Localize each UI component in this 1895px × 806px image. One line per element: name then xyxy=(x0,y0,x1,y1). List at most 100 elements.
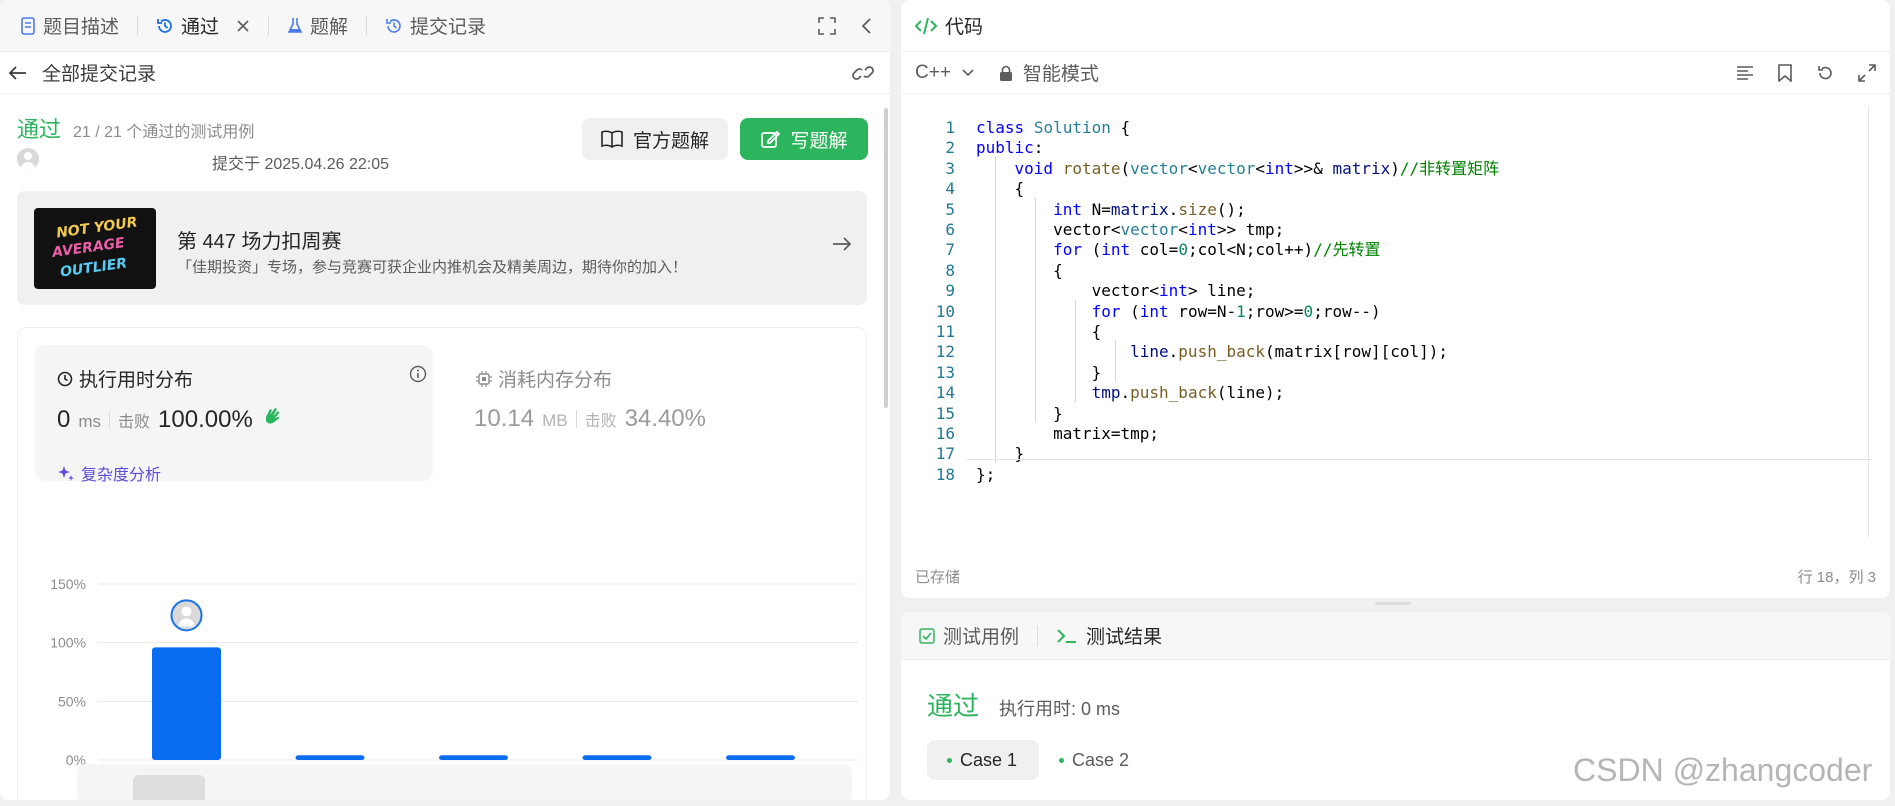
terminal-icon xyxy=(1056,628,1078,644)
line-number: 18 xyxy=(935,464,955,484)
tab-description[interactable]: 题目描述 xyxy=(12,0,127,52)
contest-image: NOT YOUR AVERAGE OUTLIER xyxy=(34,208,156,289)
indent-guide xyxy=(995,156,996,463)
runtime-unit: ms xyxy=(78,412,102,431)
code-toolbar: C++ 智能模式 xyxy=(901,52,1890,94)
runtime-value: 0 xyxy=(57,406,71,433)
contest-title: 第 447 场力扣周赛 xyxy=(177,231,342,253)
arrow-right-icon[interactable] xyxy=(831,235,853,253)
indent-guide xyxy=(1115,340,1116,382)
submission-subbar: 全部提交记录 xyxy=(0,52,890,94)
contest-image-text-1: NOT YOUR xyxy=(55,214,139,242)
complexity-analysis-link[interactable]: 复杂度分析 xyxy=(57,461,161,485)
collapse-icon[interactable] xyxy=(860,17,872,35)
submission-status-row: 通过 21 / 21 个通过的测试用例 xyxy=(17,112,254,144)
contest-description: 「佳期投资」专场，参与竞赛可获企业内推机会及精美周边，期待你的加入！ xyxy=(177,259,688,276)
code-panel-title: 代码 xyxy=(945,17,984,38)
memory-beats-label: 击败 xyxy=(584,413,617,430)
y-tick-label: 150% xyxy=(50,576,86,592)
code-preview-tab[interactable] xyxy=(133,775,205,800)
tab-divider xyxy=(1037,625,1039,646)
chart-bar[interactable] xyxy=(295,755,365,760)
y-tick-label: 50% xyxy=(58,693,86,709)
history-icon xyxy=(156,17,174,35)
editor-scrollbar-track[interactable] xyxy=(1868,106,1869,538)
result-runtime: 执行用时: 0 ms xyxy=(999,699,1121,719)
book-icon xyxy=(601,130,623,148)
official-solution-button[interactable]: 官方题解 xyxy=(582,118,728,160)
case-1-tab[interactable]: Case 1 xyxy=(927,740,1039,780)
left-scrollbar[interactable] xyxy=(884,108,888,408)
info-icon[interactable] xyxy=(409,365,427,383)
chevron-down-icon[interactable] xyxy=(961,68,975,78)
y-tick-label: 100% xyxy=(50,635,86,651)
code-editor[interactable]: 1 class Solution {2 public: 3 void rotate(v… xyxy=(901,106,1890,538)
code-panel-header: 代码 xyxy=(901,0,1890,52)
expand-icon[interactable] xyxy=(1858,63,1876,82)
passed-cases: 21 / 21 个通过的测试用例 xyxy=(73,124,255,141)
write-solution-button[interactable]: 写题解 xyxy=(740,118,868,160)
bookmark-icon[interactable] xyxy=(1778,63,1792,82)
editor-mode[interactable]: 智能模式 xyxy=(1023,59,1099,86)
current-line-highlight xyxy=(967,458,1872,460)
submission-panel: 题目描述 通过 题解 提交记录 全部提交记录 通过 21 / 21 个通过的测试… xyxy=(0,0,890,800)
submitted-time: 提交于 2025.04.26 22:05 xyxy=(212,156,390,173)
code-panel: 代码 C++ 智能模式 1 class Solution {2 public: 3 v… xyxy=(901,0,1890,598)
tab-accepted-label: 通过 xyxy=(181,17,220,38)
tab-testcase[interactable]: 测试用例 xyxy=(919,622,1019,649)
all-submissions-link[interactable]: 全部提交记录 xyxy=(42,59,156,86)
pass-dot-icon xyxy=(1059,757,1064,763)
pass-dot-icon xyxy=(947,757,952,763)
tab-solutions-label: 题解 xyxy=(310,17,349,38)
complexity-label: 复杂度分析 xyxy=(81,467,162,484)
user-avatar-marker[interactable] xyxy=(170,599,203,632)
language-select[interactable]: C++ xyxy=(915,62,951,84)
code-text: }; xyxy=(976,464,996,484)
back-arrow-icon[interactable] xyxy=(8,65,28,81)
avatar[interactable] xyxy=(17,148,39,170)
clock-icon xyxy=(57,371,73,387)
panel-resize-handle[interactable] xyxy=(1375,602,1411,605)
reset-icon[interactable] xyxy=(1816,64,1834,82)
code-text: void rotate(vector<vector<int>>& matrix)… xyxy=(1014,158,1500,178)
doc-icon xyxy=(20,16,36,35)
case-2-tab[interactable]: Case 2 xyxy=(1039,740,1151,780)
tab-testcase-label: 测试用例 xyxy=(943,627,1020,648)
contest-banner[interactable]: NOT YOUR AVERAGE OUTLIER 第 447 场力扣周赛 「佳期… xyxy=(17,191,867,305)
performance-card: 执行用时分布 0 ms 击败 100.00% 复杂度分析 消耗内存分布 10.1… xyxy=(17,327,867,800)
tab-accepted[interactable]: 通过 xyxy=(148,0,258,52)
format-icon[interactable] xyxy=(1736,65,1754,81)
cursor-position: 行 18，列 3 xyxy=(1797,569,1876,586)
sparkle-icon xyxy=(57,464,75,482)
tab-description-label: 题目描述 xyxy=(43,17,120,38)
tab-test-result[interactable]: 测试结果 xyxy=(1056,622,1162,649)
lock-icon xyxy=(999,65,1013,81)
fullscreen-icon[interactable] xyxy=(818,16,836,35)
memory-values: 10.14 MB 击败 34.40% xyxy=(474,405,706,433)
link-icon[interactable] xyxy=(852,64,874,82)
tab-divider xyxy=(268,15,270,36)
contest-image-text-3: OUTLIER xyxy=(59,255,129,281)
tab-submissions-label: 提交记录 xyxy=(410,17,487,38)
checkbox-icon xyxy=(919,627,935,644)
save-status: 已存储 xyxy=(915,569,961,586)
close-icon[interactable] xyxy=(236,19,250,33)
write-solution-label: 写题解 xyxy=(790,130,848,152)
case-2-label: Case 2 xyxy=(1072,749,1130,770)
memory-title[interactable]: 消耗内存分布 xyxy=(476,365,612,392)
chart-bar[interactable] xyxy=(582,755,652,760)
flask-icon xyxy=(287,17,303,35)
clap-icon xyxy=(261,405,283,427)
chart-bar[interactable] xyxy=(726,755,795,760)
runtime-box[interactable]: 执行用时分布 0 ms 击败 100.00% 复杂度分析 xyxy=(35,345,433,484)
tab-solutions[interactable]: 题解 xyxy=(279,0,356,52)
memory-title-label: 消耗内存分布 xyxy=(498,370,613,391)
runtime-values: 0 ms 击败 100.00% xyxy=(57,405,283,434)
code-icon xyxy=(915,17,937,35)
tab-submissions[interactable]: 提交记录 xyxy=(377,0,494,52)
memory-value: 10.14 xyxy=(474,405,535,432)
chart-bar[interactable] xyxy=(439,755,508,760)
runtime-distribution-chart: 0%50%100%150%2ms3ms4ms7ms xyxy=(50,576,858,784)
chart-bar[interactable] xyxy=(152,647,221,760)
runtime-title: 执行用时分布 xyxy=(57,365,193,392)
